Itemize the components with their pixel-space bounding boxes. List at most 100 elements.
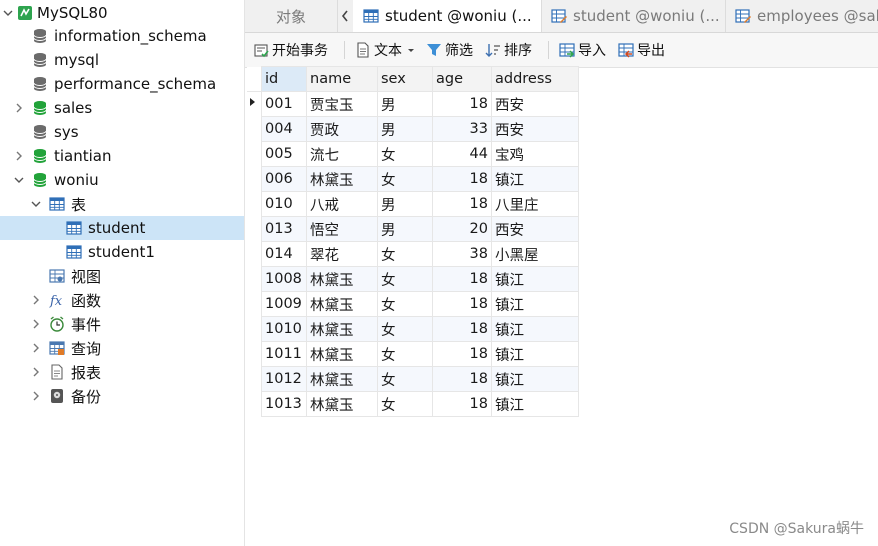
cell-sex[interactable]: 女 bbox=[377, 391, 433, 417]
column-header-sex[interactable]: sex bbox=[377, 66, 433, 92]
tree-item-db-tiantian[interactable]: tiantian bbox=[0, 144, 244, 168]
cell-id[interactable]: 001 bbox=[261, 91, 307, 117]
cell-id[interactable]: 1012 bbox=[261, 366, 307, 392]
cell-sex[interactable]: 男 bbox=[377, 91, 433, 117]
tree-item-backups[interactable]: 备份 bbox=[0, 384, 244, 408]
filter-button[interactable]: 筛选 bbox=[426, 39, 473, 61]
tree-item-table-student[interactable]: student bbox=[0, 216, 244, 240]
cell-age[interactable]: 18 bbox=[432, 316, 492, 342]
table-row[interactable]: 010 八戒男 18 八里庄 bbox=[247, 191, 579, 217]
tab-scroll-left-button[interactable] bbox=[337, 0, 354, 32]
cell-address[interactable]: 西安 bbox=[491, 91, 579, 117]
cell-address[interactable]: 小黑屋 bbox=[491, 241, 579, 267]
table-row[interactable]: 1011 林黛玉女 18 镇江 bbox=[247, 341, 579, 367]
tree-item-db-sales[interactable]: sales bbox=[0, 96, 244, 120]
cell-name[interactable]: 贾宝玉 bbox=[306, 91, 378, 117]
cell-age[interactable]: 18 bbox=[432, 291, 492, 317]
cell-name[interactable]: 贾政 bbox=[306, 116, 378, 142]
cell-sex[interactable]: 女 bbox=[377, 266, 433, 292]
cell-name[interactable]: 翠花 bbox=[306, 241, 378, 267]
cell-sex[interactable]: 男 bbox=[377, 191, 433, 217]
sort-button[interactable]: 排序 bbox=[485, 39, 532, 61]
chevron-right-icon[interactable] bbox=[30, 318, 42, 330]
cell-id[interactable]: 010 bbox=[261, 191, 307, 217]
table-row[interactable]: 1012 林黛玉女 18 镇江 bbox=[247, 366, 579, 392]
tree-item-functions[interactable]: fx 函数 bbox=[0, 288, 244, 312]
cell-age[interactable]: 18 bbox=[432, 166, 492, 192]
table-row[interactable]: 1009 林黛玉女 18 镇江 bbox=[247, 291, 579, 317]
cell-id[interactable]: 1013 bbox=[261, 391, 307, 417]
cell-name[interactable]: 林黛玉 bbox=[306, 341, 378, 367]
cell-address[interactable]: 镇江 bbox=[491, 291, 579, 317]
cell-name[interactable]: 林黛玉 bbox=[306, 391, 378, 417]
cell-age[interactable]: 18 bbox=[432, 266, 492, 292]
cell-name[interactable]: 流七 bbox=[306, 141, 378, 167]
chevron-right-icon[interactable] bbox=[30, 342, 42, 354]
cell-address[interactable]: 镇江 bbox=[491, 166, 579, 192]
tree-item-table-student1[interactable]: student1 bbox=[0, 240, 244, 264]
begin-transaction-button[interactable]: 开始事务 bbox=[253, 39, 328, 61]
cell-age[interactable]: 18 bbox=[432, 366, 492, 392]
tab-student-woniu-design[interactable]: student @woniu (... bbox=[541, 0, 726, 32]
cell-address[interactable]: 镇江 bbox=[491, 366, 579, 392]
cell-name[interactable]: 林黛玉 bbox=[306, 291, 378, 317]
table-row[interactable]: 1008 林黛玉女 18 镇江 bbox=[247, 266, 579, 292]
tree-item-db-sys[interactable]: sys bbox=[0, 120, 244, 144]
tab-employees-sales[interactable]: employees @sale bbox=[725, 0, 878, 32]
tree-item-connection[interactable]: MySQL80 bbox=[0, 1, 244, 25]
chevron-right-icon[interactable] bbox=[30, 390, 42, 402]
cell-age[interactable]: 18 bbox=[432, 391, 492, 417]
cell-name[interactable]: 八戒 bbox=[306, 191, 378, 217]
chevron-right-icon[interactable] bbox=[30, 366, 42, 378]
cell-address[interactable]: 西安 bbox=[491, 116, 579, 142]
cell-id[interactable]: 1009 bbox=[261, 291, 307, 317]
table-row[interactable]: 001 贾宝玉男 18 西安 bbox=[247, 91, 579, 117]
tree-item-db-mysql[interactable]: mysql bbox=[0, 48, 244, 72]
cell-age[interactable]: 33 bbox=[432, 116, 492, 142]
text-view-button[interactable]: 文本 bbox=[355, 39, 419, 61]
chevron-down-icon[interactable] bbox=[13, 174, 25, 186]
cell-id[interactable]: 005 bbox=[261, 141, 307, 167]
table-row[interactable]: 005 流七女 44 宝鸡 bbox=[247, 141, 579, 167]
cell-id[interactable]: 006 bbox=[261, 166, 307, 192]
cell-address[interactable]: 镇江 bbox=[491, 266, 579, 292]
tree-item-reports[interactable]: 报表 bbox=[0, 360, 244, 384]
cell-sex[interactable]: 女 bbox=[377, 291, 433, 317]
table-row[interactable]: 1010 林黛玉女 18 镇江 bbox=[247, 316, 579, 342]
chevron-right-icon[interactable] bbox=[30, 294, 42, 306]
cell-address[interactable]: 八里庄 bbox=[491, 191, 579, 217]
tree-item-tables[interactable]: 表 bbox=[0, 192, 244, 216]
cell-address[interactable]: 宝鸡 bbox=[491, 141, 579, 167]
cell-id[interactable]: 1011 bbox=[261, 341, 307, 367]
cell-sex[interactable]: 女 bbox=[377, 366, 433, 392]
tree-item-db-information-schema[interactable]: information_schema bbox=[0, 24, 244, 48]
cell-age[interactable]: 44 bbox=[432, 141, 492, 167]
cell-id[interactable]: 1010 bbox=[261, 316, 307, 342]
chevron-right-icon[interactable] bbox=[13, 102, 25, 114]
cell-address[interactable]: 镇江 bbox=[491, 341, 579, 367]
export-button[interactable]: 导出 bbox=[618, 39, 665, 61]
cell-name[interactable]: 悟空 bbox=[306, 216, 378, 242]
cell-name[interactable]: 林黛玉 bbox=[306, 366, 378, 392]
column-header-name[interactable]: name bbox=[306, 66, 378, 92]
tree-item-db-woniu[interactable]: woniu bbox=[0, 168, 244, 192]
cell-age[interactable]: 18 bbox=[432, 191, 492, 217]
cell-sex[interactable]: 男 bbox=[377, 116, 433, 142]
tree-item-queries[interactable]: 查询 bbox=[0, 336, 244, 360]
tree-item-db-performance-schema[interactable]: performance_schema bbox=[0, 72, 244, 96]
table-row[interactable]: 1013 林黛玉女 18 镇江 bbox=[247, 391, 579, 417]
cell-age[interactable]: 38 bbox=[432, 241, 492, 267]
column-header-address[interactable]: address bbox=[491, 66, 579, 92]
cell-sex[interactable]: 女 bbox=[377, 316, 433, 342]
table-row[interactable]: 014 翠花女 38 小黑屋 bbox=[247, 241, 579, 267]
cell-id[interactable]: 013 bbox=[261, 216, 307, 242]
chevron-right-icon[interactable] bbox=[13, 150, 25, 162]
cell-age[interactable]: 18 bbox=[432, 91, 492, 117]
chevron-down-icon[interactable] bbox=[30, 198, 42, 210]
cell-sex[interactable]: 男 bbox=[377, 216, 433, 242]
tree-item-events[interactable]: 事件 bbox=[0, 312, 244, 336]
table-row[interactable]: 006 林黛玉女 18 镇江 bbox=[247, 166, 579, 192]
cell-age[interactable]: 20 bbox=[432, 216, 492, 242]
tab-objects[interactable]: 对象 bbox=[245, 0, 338, 32]
cell-name[interactable]: 林黛玉 bbox=[306, 166, 378, 192]
